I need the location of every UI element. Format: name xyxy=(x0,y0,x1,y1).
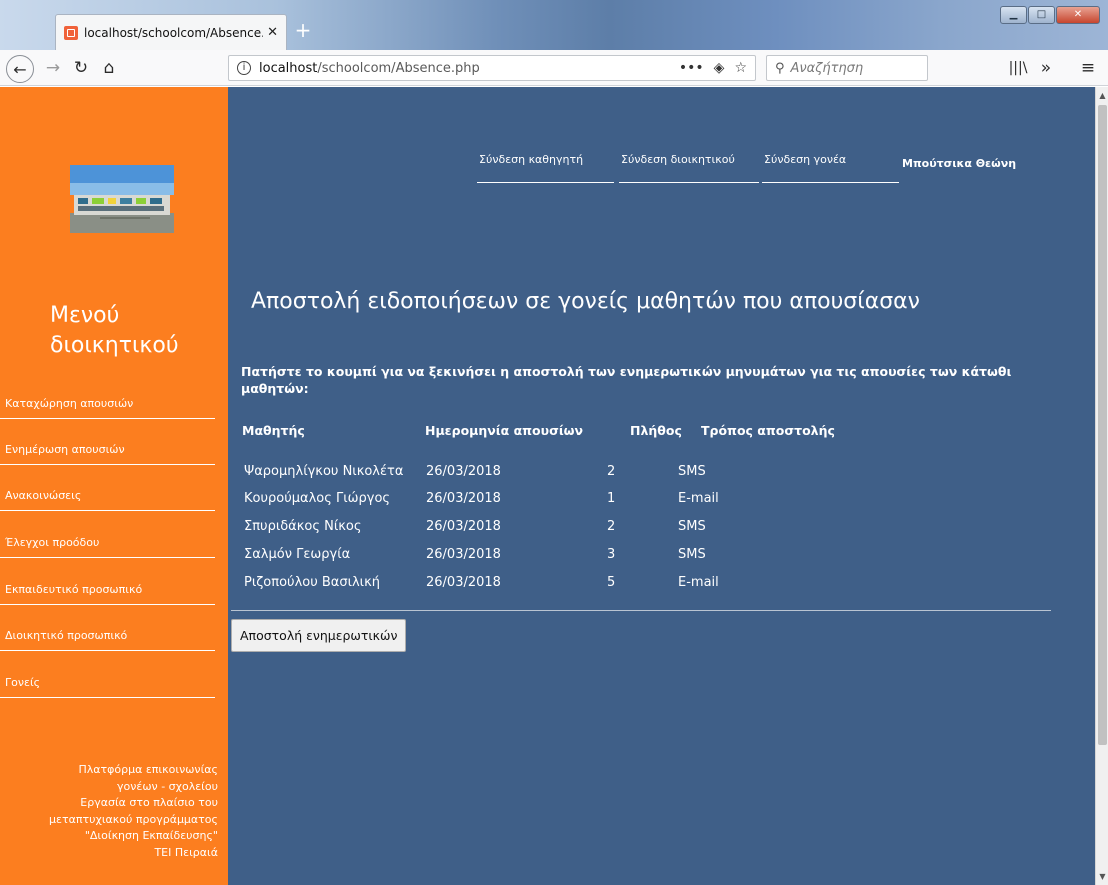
cell-method: SMS xyxy=(678,519,706,534)
sidebar-item-register-absences[interactable]: Καταχώρηση απουσιών xyxy=(0,379,215,419)
page-actions-menu-icon[interactable]: ••• xyxy=(679,60,704,76)
footer-line: γονέων - σχολείου xyxy=(117,779,218,793)
window-controls: ▁ □ ✕ xyxy=(999,6,1100,24)
column-header-count: Πλήθος xyxy=(630,423,682,438)
close-tab-icon[interactable]: ✕ xyxy=(267,25,278,40)
overflow-chevron-icon[interactable]: » xyxy=(1036,50,1056,86)
reload-icon[interactable]: ↻ xyxy=(68,50,94,86)
main-content: Σύνδεση καθηγητή Σύνδεση διοικητικού Σύν… xyxy=(228,87,1095,885)
cell-student: Ριζοπούλου Βασιλική xyxy=(244,575,380,590)
logged-in-user-name: Μπούτσικα Θεώνη xyxy=(902,157,1017,170)
sidebar-item-announcements[interactable]: Ανακοινώσεις xyxy=(0,471,215,511)
cell-student: Σπυριδάκος Νίκος xyxy=(244,519,362,534)
home-icon[interactable]: ⌂ xyxy=(96,50,122,86)
cell-count: 5 xyxy=(607,575,616,590)
teacher-login-link[interactable]: Σύνδεση καθηγητή xyxy=(477,153,614,183)
vertical-scrollbar[interactable]: ▲ ▼ xyxy=(1095,87,1108,885)
cell-date: 26/03/2018 xyxy=(426,464,501,479)
info-icon[interactable]: i xyxy=(237,61,251,75)
scroll-up-arrow-icon[interactable]: ▲ xyxy=(1096,91,1108,100)
page-title: Αποστολή ειδοποιήσεων σε γονείς μαθητών … xyxy=(251,288,920,314)
sidebar: Μενού διοικητικού Καταχώρηση απουσιών Εν… xyxy=(0,87,228,885)
column-header-date: Ημερομηνία απουσίων xyxy=(425,423,584,438)
address-bar[interactable]: i localhost/schoolcom/Absence.php ••• ◈ … xyxy=(228,55,756,81)
cell-date: 26/03/2018 xyxy=(426,575,501,590)
footer-line: Εργασία στο πλαίσιο του xyxy=(80,796,218,809)
send-notifications-button[interactable]: Αποστολή ενημερωτικών xyxy=(231,619,407,652)
footer-line: μεταπτυχιακού προγράμματος xyxy=(49,812,218,826)
tab-title: localhost/schoolcom/Absence. xyxy=(84,25,264,40)
cell-count: 2 xyxy=(607,464,616,479)
page-content: Μενού διοικητικού Καταχώρηση απουσιών Εν… xyxy=(0,87,1095,885)
sidebar-item-update-absences[interactable]: Ενημέρωση απουσιών xyxy=(0,425,215,465)
school-building-image xyxy=(70,165,174,233)
sidebar-item-teaching-staff[interactable]: Εκπαιδευτικό προσωπικό xyxy=(0,565,215,605)
cell-student: Κουρούμαλος Γιώργος xyxy=(244,491,391,506)
cell-count: 1 xyxy=(607,491,616,506)
search-icon: ⚲ xyxy=(775,60,785,76)
forward-arrow-icon[interactable]: → xyxy=(40,50,66,86)
parent-login-link[interactable]: Σύνδεση γονέα xyxy=(762,153,899,183)
sidebar-item-admin-staff[interactable]: Διοικητικό προσωπικό xyxy=(0,611,215,651)
bookmark-star-icon[interactable]: ☆ xyxy=(734,60,747,76)
pocket-icon[interactable]: ◈ xyxy=(714,60,725,76)
menu-title: Μενού διοικητικού xyxy=(50,303,179,358)
cell-date: 26/03/2018 xyxy=(426,491,501,506)
hamburger-menu-icon[interactable]: ≡ xyxy=(1076,50,1100,86)
cell-count: 2 xyxy=(607,519,616,534)
browser-tab[interactable]: localhost/schoolcom/Absence. ✕ xyxy=(55,14,287,50)
sidebar-item-progress-checks[interactable]: Έλεγχοι προόδου xyxy=(0,518,215,558)
sidebar-item-parents[interactable]: Γονείς xyxy=(0,658,215,698)
scroll-down-arrow-icon[interactable]: ▼ xyxy=(1096,872,1108,881)
cell-method: E-mail xyxy=(678,575,719,590)
back-arrow-icon[interactable]: ← xyxy=(6,55,34,83)
url-host: localhost xyxy=(259,60,318,76)
cell-method: SMS xyxy=(678,464,706,479)
maximize-icon[interactable]: □ xyxy=(1028,6,1055,24)
footer-line: "Διοίκηση Εκπαίδευσης" xyxy=(84,829,218,842)
search-placeholder: Αναζήτηση xyxy=(790,60,864,76)
browser-toolbar: ← → ↻ ⌂ i localhost/schoolcom/Absence.ph… xyxy=(0,50,1108,86)
cell-method: E-mail xyxy=(678,491,719,506)
divider xyxy=(231,610,1051,611)
search-input[interactable]: ⚲ Αναζήτηση xyxy=(766,55,928,81)
window-close-icon[interactable]: ✕ xyxy=(1056,6,1100,24)
scrollbar-thumb[interactable] xyxy=(1098,105,1107,745)
cell-method: SMS xyxy=(678,547,706,562)
instructions-text: Πατήστε το κουμπί για να ξεκινήσει η απο… xyxy=(241,364,1012,396)
cell-student: Ψαρομηλίγκου Νικολέτα xyxy=(244,464,404,479)
column-header-student: Μαθητής xyxy=(242,423,305,438)
browser-titlebar: localhost/schoolcom/Absence. ✕ + ▁ □ ✕ xyxy=(0,0,1108,50)
cell-student: Σαλμόν Γεωργία xyxy=(244,547,351,562)
footer-line: ΤΕΙ Πειραιά xyxy=(154,845,218,859)
sidebar-footer: Πλατφόρμα επικοινωνίας γονέων - σχολείου… xyxy=(0,762,218,861)
cell-date: 26/03/2018 xyxy=(426,547,501,562)
new-tab-icon[interactable]: + xyxy=(290,14,316,46)
cell-count: 3 xyxy=(607,547,616,562)
site-favicon-icon xyxy=(64,25,78,40)
url-path: /schoolcom/Absence.php xyxy=(317,60,480,76)
library-icon[interactable]: |||\ xyxy=(1006,50,1030,86)
minimize-icon[interactable]: ▁ xyxy=(1000,6,1027,24)
column-header-method: Τρόπος αποστολής xyxy=(701,423,835,438)
footer-line: Πλατφόρμα επικοινωνίας xyxy=(78,763,218,776)
admin-login-link[interactable]: Σύνδεση διοικητικού xyxy=(619,153,759,183)
cell-date: 26/03/2018 xyxy=(426,519,501,534)
